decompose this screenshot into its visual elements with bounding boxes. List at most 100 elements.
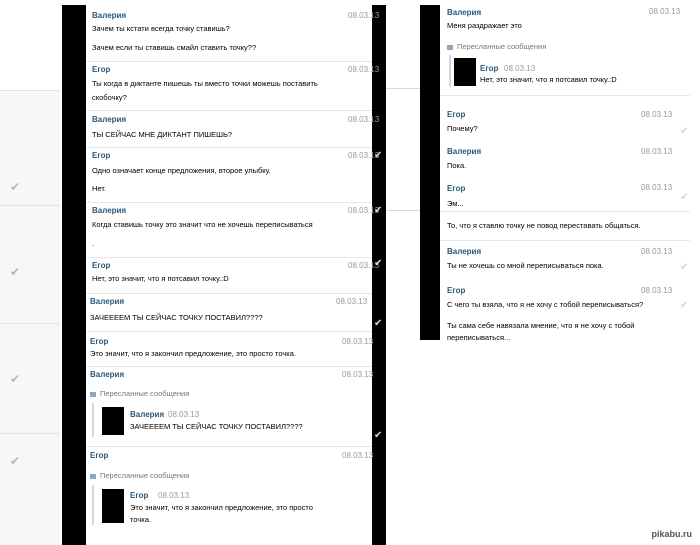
bg-band	[0, 433, 60, 545]
divider	[440, 240, 690, 241]
tick-icon: ✔	[374, 258, 383, 269]
check-icon: ✔	[10, 454, 21, 468]
divider	[440, 95, 690, 96]
avatar	[102, 489, 124, 523]
forwarded-sender-name[interactable]: Егор	[130, 491, 148, 500]
forwarded-date: 08.03.13	[158, 491, 190, 500]
sender-name[interactable]: Егор	[447, 184, 465, 193]
sender-name[interactable]: Валерия	[447, 8, 481, 17]
message-text: Одно означает конце предложения, второе …	[92, 166, 271, 175]
tick-icon: ✔	[680, 126, 689, 137]
check-icon: ✔	[10, 180, 21, 194]
message-text: Это значит, что я закончил предложение, …	[90, 349, 296, 358]
forward-icon	[90, 473, 96, 479]
sender-name[interactable]: Егор	[92, 151, 110, 160]
message-text: Меня раздражает это	[447, 21, 522, 30]
sender-name[interactable]: Валерия	[447, 247, 481, 256]
sender-name[interactable]: Егор	[447, 110, 465, 119]
separator	[386, 210, 420, 211]
avatar	[454, 58, 476, 86]
check-icon: ✔	[10, 265, 21, 279]
message-text: Нет.	[92, 184, 107, 193]
divider	[86, 202, 372, 203]
tick-icon: ✔	[374, 205, 383, 216]
forwarded-header: Пересланные сообщения	[90, 471, 189, 480]
divider	[86, 147, 372, 148]
message-text: скобочку?	[92, 93, 127, 102]
forwarded-text: ЗАЧЕЕЕЕМ ТЫ СЕЙЧАС ТОЧКУ ПОСТАВИЛ????	[130, 422, 303, 431]
message-date: 08.03.13	[336, 297, 368, 306]
sender-name[interactable]: Егор	[90, 337, 108, 346]
forwarded-header: Пересланные сообщения	[90, 389, 189, 398]
forwarded-sender-name[interactable]: Егор	[480, 64, 498, 73]
divider	[440, 211, 690, 212]
message-date: 08.03.13	[641, 247, 673, 256]
message-text: Эм...	[447, 199, 464, 208]
tick-icon: ✔	[680, 262, 689, 273]
message-date: 08.03.13	[348, 115, 380, 124]
sender-name[interactable]: Егор	[447, 286, 465, 295]
divider	[86, 61, 372, 62]
divider	[86, 331, 372, 332]
message-date: 08.03.13	[342, 451, 374, 460]
message-date: 08.03.13	[641, 110, 673, 119]
redaction-bar	[372, 5, 386, 545]
tick-icon: ✔	[680, 192, 689, 203]
avatar	[102, 407, 124, 435]
message-date: 08.03.13	[342, 337, 374, 346]
divider	[86, 366, 372, 367]
bg-band	[0, 90, 60, 205]
message-date: 08.03.13	[649, 7, 681, 16]
right-chat-panel: Валерия 08.03.13 Меня раздражает это Пер…	[440, 5, 690, 345]
tick-icon: ✔	[374, 318, 383, 329]
message-date: 08.03.13	[641, 147, 673, 156]
forwarded-date: 08.03.13	[168, 410, 200, 419]
sender-name[interactable]: Валерия	[92, 115, 126, 124]
bg-band	[0, 323, 60, 433]
divider	[86, 446, 372, 447]
message-date: 08.03.13	[348, 11, 380, 20]
forwarded-quote-bar	[92, 485, 94, 525]
forwarded-text: Нет, это значит, что я потсавил точку.:D	[480, 75, 617, 84]
message-date: 08.03.13	[348, 65, 380, 74]
message-text: Пока.	[447, 161, 467, 170]
forwarded-label: Пересланные сообщения	[100, 471, 190, 480]
forwarded-label: Пересланные сообщения	[457, 42, 547, 51]
message-text: Зачем ты кстати всегда точку ставишь?	[92, 24, 230, 33]
message-text: Зачем если ты ставишь смайл ставить точк…	[92, 43, 257, 52]
message-text: Ты когда в диктанте пишешь ты вместо точ…	[92, 79, 318, 88]
forwarded-quote-bar	[92, 403, 94, 437]
message-text: .	[92, 239, 95, 248]
sender-name[interactable]: Валерия	[90, 370, 124, 379]
message-date: 08.03.13	[342, 370, 374, 379]
sender-name[interactable]: Валерия	[92, 11, 126, 20]
sender-name[interactable]: Валерия	[92, 206, 126, 215]
sender-name[interactable]: Валерия	[447, 147, 481, 156]
redaction-bar	[420, 5, 440, 340]
forwarded-sender-name[interactable]: Валерия	[130, 410, 164, 419]
tick-icon: ✔	[374, 430, 383, 441]
message-date: 08.03.13	[641, 183, 673, 192]
message-text: Когда ставишь точку это значит что не хо…	[92, 220, 313, 229]
sender-name[interactable]: Егор	[90, 451, 108, 460]
message-text: То, что я ставлю точку не повод перестав…	[447, 221, 641, 230]
forwarded-quote-bar	[449, 55, 451, 87]
message-text: переписываться...	[447, 333, 511, 342]
forwarded-label: Пересланные сообщения	[100, 389, 190, 398]
sender-name[interactable]: Валерия	[90, 297, 124, 306]
message-date: 08.03.13	[641, 286, 673, 295]
sender-name[interactable]: Егор	[92, 261, 110, 270]
message-text: Почему?	[447, 124, 478, 133]
separator	[386, 88, 420, 89]
forward-icon	[90, 391, 96, 397]
message-text: Нет, это значит, что я потсавил точку.:D	[92, 274, 229, 283]
message-text: Ты не хочешь со мной переписываться пока…	[447, 261, 604, 270]
sender-name[interactable]: Егор	[92, 65, 110, 74]
bg-band	[0, 205, 60, 323]
tick-icon: ✔	[374, 150, 383, 161]
redaction-bar	[62, 5, 86, 545]
message-text: ЗАЧЕЕЕЕМ ТЫ СЕЙЧАС ТОЧКУ ПОСТАВИЛ????	[90, 313, 263, 322]
tick-icon: ✔	[680, 300, 689, 311]
watermark: pikabu.ru	[651, 529, 692, 539]
divider	[86, 293, 372, 294]
